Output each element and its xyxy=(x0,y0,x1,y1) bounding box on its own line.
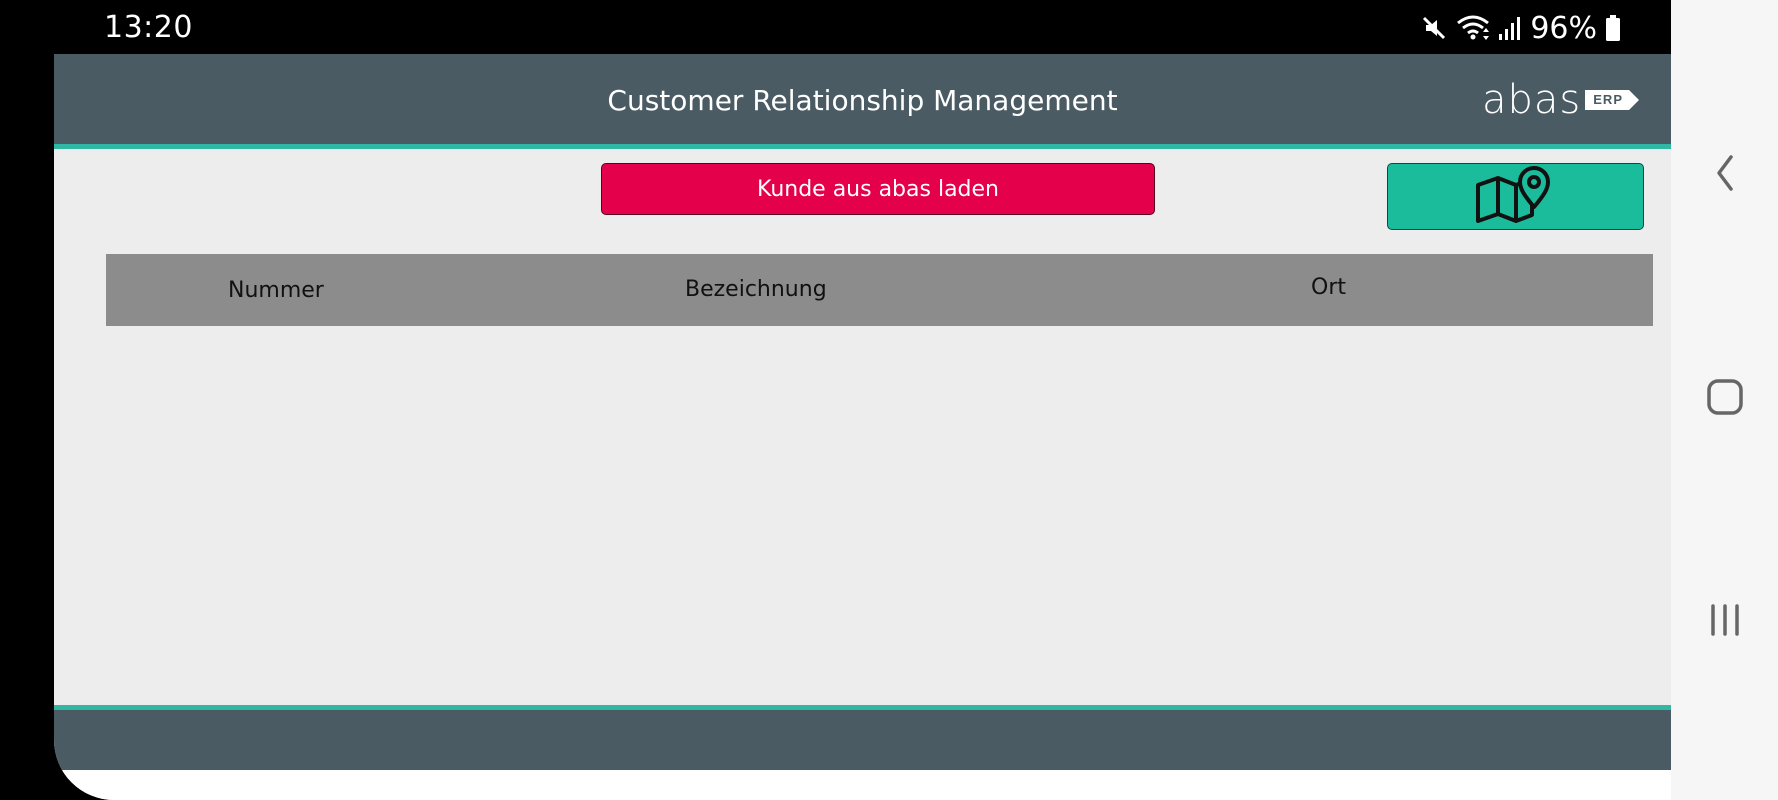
wifi-icon xyxy=(1456,14,1490,42)
column-header-ort[interactable]: Ort xyxy=(1311,275,1346,300)
battery-icon xyxy=(1605,14,1621,42)
battery-percent: 96% xyxy=(1530,10,1597,46)
mute-icon xyxy=(1420,14,1448,42)
signal-icon xyxy=(1498,14,1522,42)
brand-tag: ERP xyxy=(1585,90,1639,110)
map-button[interactable] xyxy=(1387,163,1644,230)
navigation-bar xyxy=(1671,0,1778,800)
bottom-edge xyxy=(54,770,1671,800)
app-header: Customer Relationship Management abas ER… xyxy=(54,54,1671,149)
brand-name: abas xyxy=(1482,77,1582,123)
back-button[interactable] xyxy=(1671,150,1778,200)
status-time: 13:20 xyxy=(104,10,193,45)
column-header-bezeichnung[interactable]: Bezeichnung xyxy=(685,277,827,302)
load-customer-button-label: Kunde aus abas laden xyxy=(756,176,999,202)
device-screen: 13:20 96% Customer Relationship Manageme… xyxy=(0,0,1778,800)
recents-button[interactable] xyxy=(1671,597,1778,647)
home-icon xyxy=(1705,377,1745,422)
back-icon xyxy=(1713,153,1737,198)
status-icons: 96% xyxy=(1420,8,1621,48)
load-customer-button[interactable]: Kunde aus abas laden xyxy=(601,163,1155,215)
table-header: Nummer Bezeichnung Ort xyxy=(106,254,1653,326)
column-header-nummer[interactable]: Nummer xyxy=(228,278,324,303)
brand-logo: abas ERP xyxy=(1482,77,1639,123)
page-title: Customer Relationship Management xyxy=(607,84,1118,117)
status-bar: 13:20 96% xyxy=(0,0,1671,54)
map-pin-icon xyxy=(1474,165,1558,228)
home-button[interactable] xyxy=(1671,374,1778,424)
recents-icon xyxy=(1705,600,1745,645)
app-footer xyxy=(54,705,1671,770)
app-window: Customer Relationship Management abas ER… xyxy=(54,54,1671,800)
